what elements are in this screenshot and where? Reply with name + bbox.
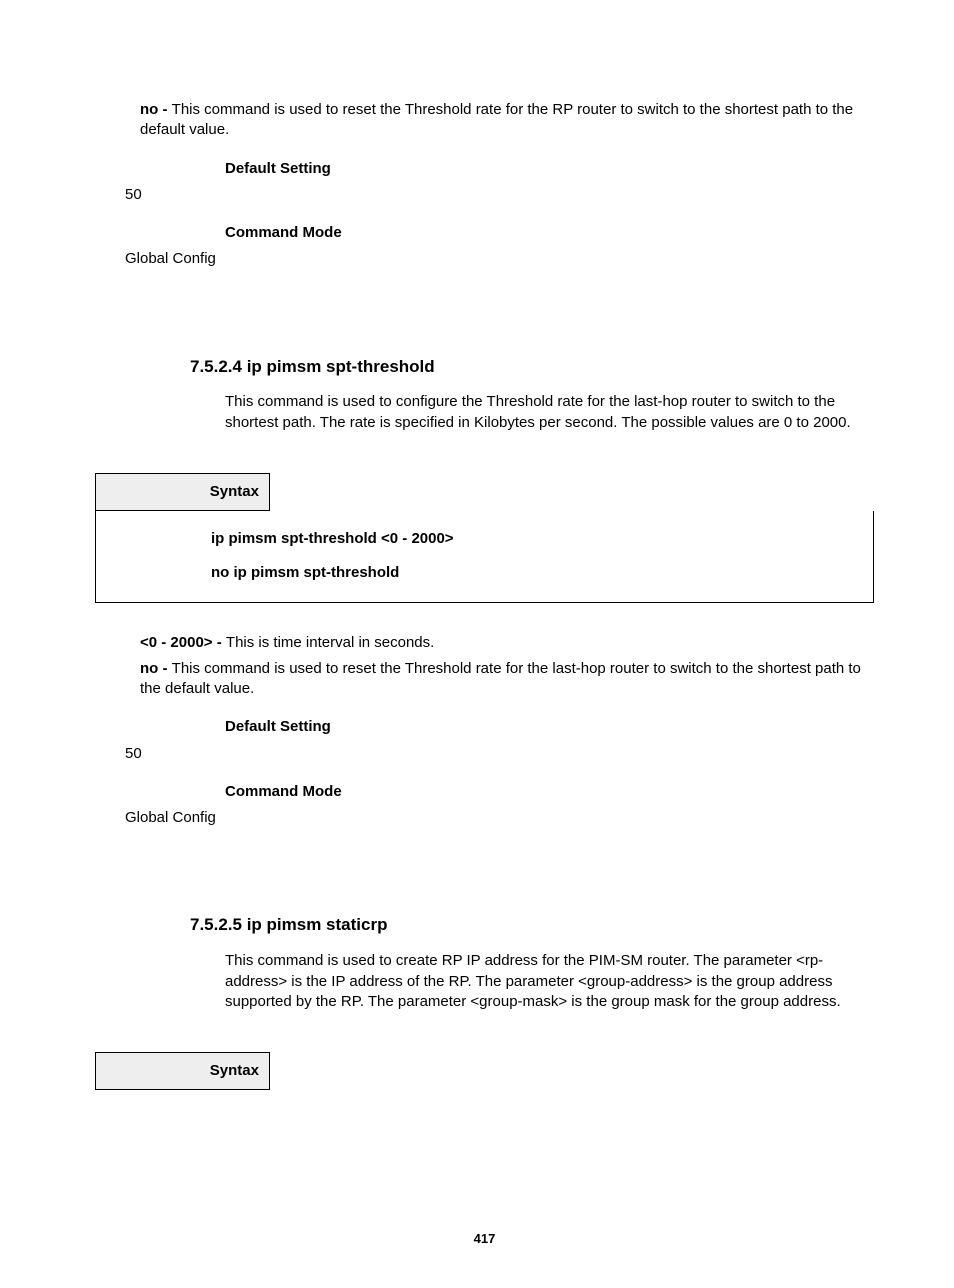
syntax-line: no ip pimsm spt-threshold	[211, 563, 863, 583]
document-page: no - This command is used to reset the T…	[0, 0, 954, 1288]
default-setting-heading-1: Default Setting	[225, 159, 874, 179]
param-text: This is time interval in seconds.	[226, 634, 434, 651]
syntax-block-7525: Syntax	[95, 1052, 874, 1090]
syntax-label-7524: Syntax	[95, 473, 270, 511]
section-heading-7525: 7.5.2.5 ip pimsm staticrp	[190, 914, 874, 937]
section-heading-7524: 7.5.2.4 ip pimsm spt-threshold	[190, 356, 874, 379]
command-mode-heading-2: Command Mode	[225, 782, 874, 802]
command-mode-value-2: Global Config	[125, 808, 874, 828]
param-prefix: <0 - 2000> -	[140, 634, 226, 651]
section-body-7524: This command is used to configure the Th…	[225, 392, 874, 433]
syntax-line: ip pimsm spt-threshold <0 - 2000>	[211, 529, 863, 549]
top-para-text: This command is used to reset the Thresh…	[140, 101, 853, 138]
param-line: <0 - 2000> - This is time interval in se…	[140, 633, 874, 653]
command-mode-heading-1: Command Mode	[225, 223, 874, 243]
top-paragraph: no - This command is used to reset the T…	[140, 100, 874, 141]
section-body-7525: This command is used to create RP IP add…	[225, 951, 874, 1012]
command-mode-value-1: Global Config	[125, 249, 874, 269]
default-setting-value-1: 50	[125, 185, 874, 205]
param-prefix: no -	[140, 660, 172, 677]
page-number: 417	[95, 1230, 874, 1248]
param-text: This command is used to reset the Thresh…	[140, 660, 861, 697]
syntax-block-7524: Syntax ip pimsm spt-threshold <0 - 2000>…	[95, 473, 874, 603]
default-setting-value-2: 50	[125, 744, 874, 764]
default-setting-heading-2: Default Setting	[225, 717, 874, 737]
syntax-box-7524: ip pimsm spt-threshold <0 - 2000> no ip …	[95, 511, 874, 603]
top-para-prefix: no -	[140, 101, 172, 118]
param-line: no - This command is used to reset the T…	[140, 659, 874, 700]
syntax-label-7525: Syntax	[95, 1052, 270, 1090]
